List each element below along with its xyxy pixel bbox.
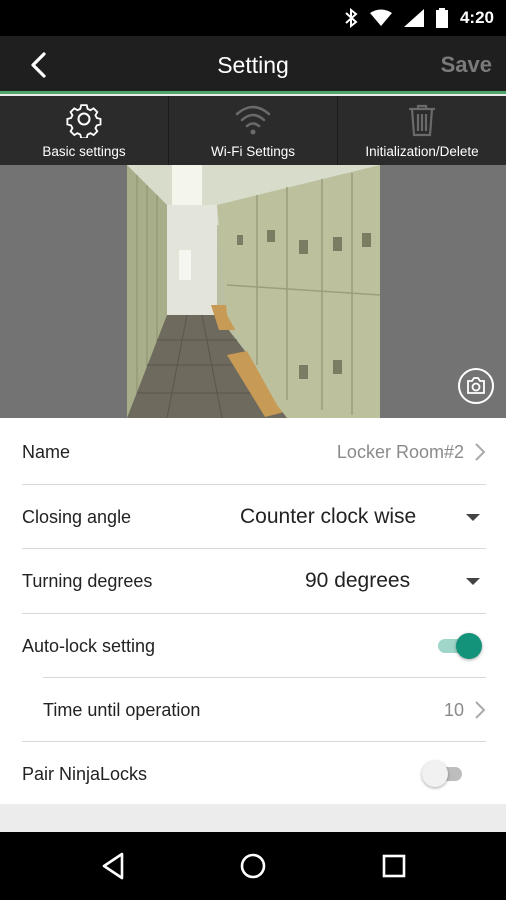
status-time: 4:20 bbox=[459, 8, 494, 27]
time-until-operation-label: Time until operation bbox=[43, 700, 201, 720]
tab-basic-settings[interactable]: Basic settings bbox=[0, 96, 169, 165]
name-row[interactable]: Name Locker Room#2 bbox=[0, 420, 506, 484]
settings-tabs: Basic settings Wi-Fi Settings Initializa… bbox=[0, 96, 506, 165]
battery-icon bbox=[435, 8, 448, 28]
locker-room-illustration bbox=[127, 165, 380, 418]
wifi-icon bbox=[369, 9, 392, 26]
dropdown-arrow-icon bbox=[466, 578, 480, 585]
auto-lock-label: Auto-lock setting bbox=[22, 636, 156, 656]
pair-ninjalocks-toggle[interactable] bbox=[422, 761, 470, 787]
name-label: Name bbox=[22, 442, 71, 462]
tab-initialization-delete-label: Initialization/Delete bbox=[365, 144, 479, 159]
app-bar: Setting Save bbox=[0, 36, 506, 94]
name-value: Locker Room#2 bbox=[336, 442, 464, 462]
camera-icon bbox=[467, 377, 485, 394]
turning-degrees-label: Turning degrees bbox=[22, 571, 153, 591]
lock-photo bbox=[127, 165, 380, 418]
change-photo-button[interactable] bbox=[458, 368, 494, 404]
auto-lock-row: Auto-lock setting bbox=[0, 614, 506, 678]
bluetooth-icon bbox=[345, 8, 358, 28]
trash-icon bbox=[409, 104, 435, 137]
chevron-right-icon bbox=[475, 701, 486, 719]
tab-wifi-settings[interactable]: Wi-Fi Settings bbox=[169, 96, 338, 165]
pair-ninjalocks-label: Pair NinjaLocks bbox=[22, 764, 148, 784]
status-bar: 4:20 bbox=[0, 0, 506, 36]
tab-basic-settings-label: Basic settings bbox=[42, 144, 126, 159]
gear-icon bbox=[66, 104, 102, 138]
dropdown-arrow-icon bbox=[466, 514, 480, 521]
save-button[interactable]: Save bbox=[441, 36, 492, 94]
closing-angle-dropdown[interactable]: Counter clock wise bbox=[240, 485, 416, 549]
signal-icon bbox=[403, 9, 424, 27]
auto-lock-toggle[interactable] bbox=[436, 633, 482, 659]
lock-photo-area bbox=[0, 165, 506, 418]
page-title: Setting bbox=[217, 52, 289, 78]
back-triangle-icon[interactable] bbox=[98, 850, 130, 882]
toggle-thumb bbox=[456, 633, 482, 659]
tab-wifi-settings-label: Wi-Fi Settings bbox=[210, 144, 295, 159]
turning-degrees-dropdown[interactable]: 90 degrees bbox=[305, 549, 410, 613]
pair-ninjalocks-row: Pair NinjaLocks bbox=[0, 742, 506, 806]
tab-initialization-delete[interactable]: Initialization/Delete bbox=[338, 96, 506, 165]
time-until-operation-row[interactable]: Time until operation 10 bbox=[0, 678, 506, 742]
wifi-icon bbox=[235, 105, 271, 135]
home-circle-icon[interactable] bbox=[237, 850, 269, 882]
recents-square-icon[interactable] bbox=[378, 850, 410, 882]
chevron-right-icon bbox=[475, 443, 486, 461]
time-until-operation-value: 10 bbox=[443, 700, 464, 720]
settings-list: Name Locker Room#2 Closing angle Counter… bbox=[0, 418, 506, 804]
system-nav-bar bbox=[0, 832, 506, 900]
closing-angle-row[interactable]: Closing angle Counter clock wise bbox=[0, 485, 506, 549]
turning-degrees-row[interactable]: Turning degrees 90 degrees bbox=[0, 549, 506, 613]
toggle-thumb bbox=[422, 761, 448, 787]
closing-angle-label: Closing angle bbox=[22, 507, 132, 527]
